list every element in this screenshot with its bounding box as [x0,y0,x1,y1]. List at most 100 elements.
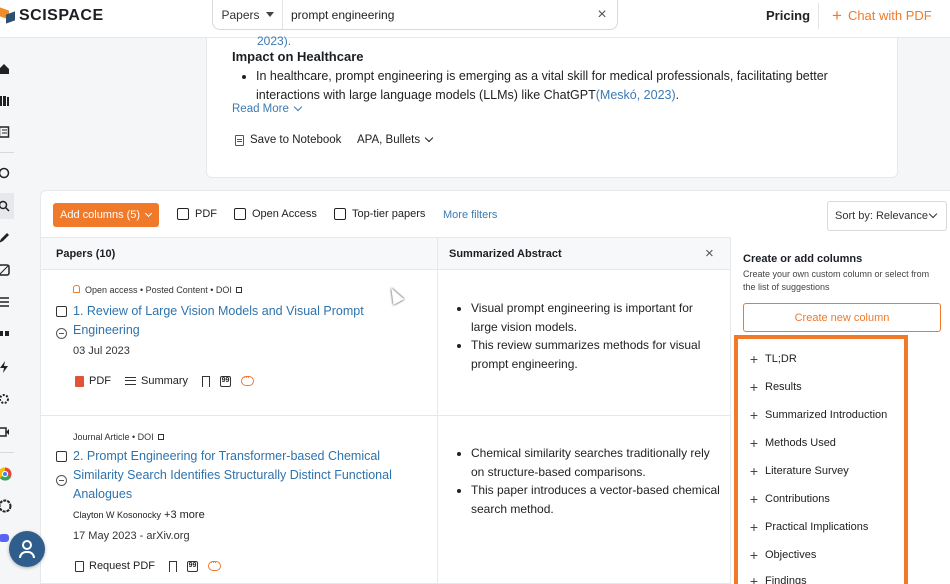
external-link-icon[interactable] [235,287,242,293]
filter-pdf[interactable]: PDF [177,208,217,220]
suggestion-item[interactable]: + Results [749,379,802,395]
collapse-icon[interactable] [56,475,67,486]
clear-search-icon[interactable]: × [587,6,617,24]
quote-icon[interactable]: 99 [220,375,232,387]
quote-icon[interactable]: 99 [187,560,199,572]
plus-icon: + [749,519,759,535]
create-new-column-button[interactable]: Create new column [743,303,941,332]
table-row: Journal Article • DOI 2. Prompt Engineer… [41,416,437,583]
chat-with-pdf-button[interactable]: + Chat with PDF [832,7,932,24]
video-icon[interactable] [0,426,10,438]
sort-dropdown[interactable]: Sort by: Relevance [827,201,947,231]
save-to-notebook-button[interactable]: Save to Notebook [235,134,341,146]
plus-icon: + [749,351,759,367]
citation-style-dropdown[interactable]: APA, Bullets [357,133,434,146]
list-icon [125,377,136,385]
paper-meta-text: Journal Article • DOI [73,432,154,442]
chat-icon[interactable] [241,372,255,386]
support-icon[interactable] [9,531,45,567]
chat-icon[interactable] [208,557,222,571]
filter-pdf-label: PDF [195,208,217,220]
quote-icon[interactable] [0,329,10,341]
checkbox-icon[interactable] [234,208,246,220]
search-icon[interactable] [0,200,10,212]
list-icon[interactable] [0,296,10,308]
panel-subtitle: Create your own custom column or select … [743,269,930,292]
table-row: Open access • Posted Content • DOI 1. Re… [41,271,437,415]
add-columns-panel: Create or add columns Create your own cu… [730,237,950,584]
results-toolbar: Add columns (5) PDF Open Access Top-tier… [41,191,950,238]
external-link-icon[interactable] [157,434,164,440]
bookmark-icon[interactable] [169,560,178,572]
pdf-label: PDF [89,375,111,387]
summary-bullet-end: . [675,88,680,102]
library-icon[interactable] [0,95,10,107]
request-pdf-button[interactable]: Request PDF [75,560,155,572]
chevron-down-icon [424,133,434,143]
checkbox-icon[interactable] [177,208,189,220]
home-icon[interactable] [0,63,10,75]
search-type-dropdown[interactable]: Papers [213,0,283,29]
notebook-icon[interactable] [0,126,10,138]
summary-bullet: In healthcare, prompt engineering is eme… [242,67,836,105]
suggestion-item[interactable]: + TL;DR [749,351,797,367]
add-columns-label: Add columns (5) [60,209,141,221]
filter-top-tier[interactable]: Top-tier papers [334,208,425,220]
read-more-button[interactable]: Read More [232,102,303,115]
suggestion-item[interactable]: + Findings [749,573,807,584]
request-pdf-label: Request PDF [89,560,156,572]
suggestion-item[interactable]: + Objectives [749,547,816,563]
rail-divider [0,152,14,153]
citation-link[interactable]: (Meskó, 2023) [596,88,676,102]
chevron-down-icon [293,102,303,112]
row-checkbox[interactable] [56,451,67,462]
author-name: Clayton W Kosonocky [73,510,162,520]
left-rail [0,38,14,584]
bolt-icon[interactable] [0,361,10,373]
search-bar: Papers × [212,0,618,30]
extension-icon[interactable] [0,264,10,276]
search-input[interactable] [283,7,587,22]
abstract-bullet: Visual prompt engineering is important f… [457,299,721,336]
close-column-icon[interactable]: × [705,245,714,262]
more-filters-link[interactable]: More filters [443,209,497,221]
row-checkbox[interactable] [56,306,67,317]
plus-icon: + [749,491,759,507]
pen-icon[interactable] [0,232,10,244]
collapse-icon[interactable] [56,328,67,339]
chevron-down-icon [145,209,153,217]
settings-icon[interactable] [0,393,10,405]
abstract-cell: Visual prompt engineering is important f… [457,299,721,373]
filter-open-access[interactable]: Open Access [234,208,317,220]
suggestion-item[interactable]: + Literature Survey [749,463,849,479]
suggestion-label: Summarized Introduction [765,409,888,421]
suggestion-label: Objectives [765,549,817,561]
summary-bullet-text: In healthcare, prompt engineering is eme… [256,69,828,102]
paper-date: 17 May 2023 - arXiv.org [73,530,190,542]
paper-actions: Request PDF 99 [75,557,222,572]
suggestion-item[interactable]: + Contributions [749,491,830,507]
abstract-bullet: This review summarizes methods for visua… [457,336,721,373]
filter-top-tier-label: Top-tier papers [352,208,426,220]
suggestion-item[interactable]: + Summarized Introduction [749,407,887,423]
papers-column-header: Papers (10) [41,238,437,270]
suggestion-label: Contributions [765,493,830,505]
chat-icon[interactable] [0,167,10,179]
logo[interactable]: SCISPACE [0,6,104,26]
abstract-bullet: This paper introduces a vector-based che… [457,481,721,518]
suggestion-item[interactable]: + Practical Implications [749,519,868,535]
more-authors-link[interactable]: +3 more [164,509,205,521]
summary-button[interactable]: Summary [125,375,188,387]
paper-title-link[interactable]: 2. Prompt Engineering for Transformer-ba… [73,447,393,504]
chrome-icon[interactable] [0,467,12,481]
openai-icon[interactable] [0,499,12,513]
pdf-button[interactable]: PDF [75,375,111,387]
bookmark-icon[interactable] [202,375,211,387]
pricing-link[interactable]: Pricing [766,8,810,23]
suggestion-item[interactable]: + Methods Used [749,435,836,451]
paper-title-link[interactable]: 1. Review of Large Vision Models and Vis… [73,302,373,340]
add-columns-button[interactable]: Add columns (5) [53,203,160,227]
filter-open-access-label: Open Access [252,208,317,220]
discord-icon[interactable] [0,532,10,544]
checkbox-icon[interactable] [334,208,346,220]
